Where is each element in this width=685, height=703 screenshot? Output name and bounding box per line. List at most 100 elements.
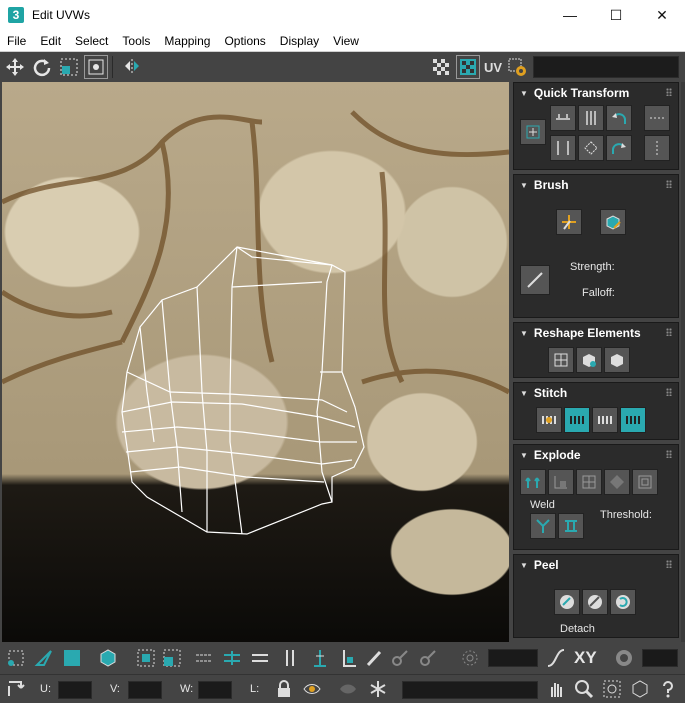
edge-loop-icon[interactable]	[248, 646, 272, 670]
help-icon[interactable]	[656, 677, 680, 701]
pivot-button[interactable]	[520, 119, 546, 145]
close-button[interactable]: ✕	[639, 0, 685, 30]
menu-select[interactable]: Select	[68, 34, 115, 48]
unhide-icon[interactable]	[336, 677, 360, 701]
stitch-custom-icon[interactable]	[536, 407, 562, 433]
shrink-selection-icon[interactable]	[160, 646, 184, 670]
uv-mode-label[interactable]: UV	[484, 60, 502, 75]
select-overlap-icon[interactable]	[336, 646, 360, 670]
grip-icon[interactable]	[666, 388, 672, 396]
rollout-header[interactable]: ▼ Reshape Elements	[514, 323, 678, 343]
grip-icon[interactable]	[666, 560, 672, 568]
straighten-button[interactable]	[578, 135, 604, 161]
menu-display[interactable]: Display	[273, 34, 326, 48]
weld-selected-icon[interactable]	[530, 513, 556, 539]
v-label: V:	[110, 683, 120, 695]
v-coordinate-field[interactable]	[128, 681, 162, 699]
hide-icon[interactable]	[300, 677, 324, 701]
transform-mode-icon[interactable]	[4, 677, 28, 701]
grip-icon[interactable]	[666, 88, 672, 96]
element-mode-icon[interactable]	[96, 646, 120, 670]
paint-move-icon[interactable]	[556, 209, 582, 235]
vertex-mode-icon[interactable]	[4, 646, 28, 670]
uv-settings-icon[interactable]	[505, 55, 529, 79]
texture-checker-icon[interactable]	[455, 55, 480, 79]
w-coordinate-field[interactable]	[198, 681, 232, 699]
texture-dropdown[interactable]	[533, 56, 679, 78]
explode-by-polygon-icon[interactable]	[604, 469, 630, 495]
falloff-curve-icon[interactable]	[544, 646, 568, 670]
stitch-to-target-icon[interactable]	[564, 407, 590, 433]
explode-by-material-icon[interactable]	[576, 469, 602, 495]
explode-by-smoothing-icon[interactable]	[548, 469, 574, 495]
straighten-selection-icon[interactable]	[548, 347, 574, 373]
ring-selection-icon[interactable]	[220, 646, 244, 670]
explode-by-edge-icon[interactable]	[632, 469, 658, 495]
relax-brush-icon[interactable]	[600, 209, 626, 235]
polygon-mode-icon[interactable]	[60, 646, 84, 670]
peel-mode-icon[interactable]	[582, 589, 608, 615]
align-vertical-button[interactable]	[578, 105, 604, 131]
rollout-header[interactable]: ▼ Brush	[514, 175, 678, 195]
brush-shrink-icon[interactable]	[416, 646, 440, 670]
menu-options[interactable]: Options	[217, 34, 272, 48]
grip-icon[interactable]	[666, 180, 672, 188]
selection-set-field[interactable]	[402, 681, 538, 699]
stitch-to-source-icon[interactable]	[620, 407, 646, 433]
rollout-header[interactable]: ▼ Stitch	[514, 383, 678, 403]
panel-scrollbar[interactable]	[681, 82, 685, 642]
reset-peel-icon[interactable]	[610, 589, 636, 615]
move-icon[interactable]	[3, 55, 27, 79]
soft-selection-icon[interactable]	[458, 646, 482, 670]
explode-to-islands-icon[interactable]	[520, 469, 546, 495]
stitch-average-icon[interactable]	[592, 407, 618, 433]
space-horizontal-button[interactable]	[550, 135, 576, 161]
rollout-header[interactable]: ▼ Quick Transform	[514, 83, 678, 103]
maximize-button[interactable]: ☐	[593, 0, 639, 30]
freeform-icon[interactable]	[84, 55, 108, 79]
rotate-cw-button[interactable]	[606, 135, 632, 161]
freeze-icon[interactable]	[366, 677, 390, 701]
paint-brush-icon[interactable]	[362, 646, 386, 670]
weld-all-icon[interactable]	[558, 513, 584, 539]
zoom-extents-icon[interactable]	[628, 677, 652, 701]
loop-selection-icon[interactable]	[192, 646, 216, 670]
select-by-element-icon[interactable]	[308, 646, 332, 670]
minimize-button[interactable]: —	[547, 0, 593, 30]
checker-pattern-icon[interactable]	[429, 55, 453, 79]
pan-hand-icon[interactable]	[544, 677, 568, 701]
relax-until-flat-icon[interactable]	[576, 347, 602, 373]
u-coordinate-field[interactable]	[58, 681, 92, 699]
grow-selection-icon[interactable]	[134, 646, 158, 670]
grid-value-field[interactable]	[642, 649, 678, 667]
xy-label[interactable]: XY	[574, 648, 597, 668]
lock-icon[interactable]	[272, 677, 296, 701]
mirror-icon[interactable]	[120, 55, 144, 79]
menu-tools[interactable]: Tools	[115, 34, 157, 48]
menu-view[interactable]: View	[326, 34, 366, 48]
rotate-ccw-button[interactable]	[606, 105, 632, 131]
brush-stroke-icon[interactable]	[520, 265, 550, 295]
paint-select-icon[interactable]	[278, 646, 302, 670]
grip-icon[interactable]	[666, 328, 672, 336]
rollout-header[interactable]: ▼ Explode	[514, 445, 678, 465]
zoom-icon[interactable]	[572, 677, 596, 701]
relax-icon[interactable]	[604, 347, 630, 373]
quick-peel-icon[interactable]	[554, 589, 580, 615]
scale-icon[interactable]	[57, 55, 81, 79]
grip-icon[interactable]	[666, 450, 672, 458]
rotate-icon[interactable]	[30, 55, 54, 79]
align-horizontal-button[interactable]	[550, 105, 576, 131]
flip-vertical-button[interactable]	[644, 135, 670, 161]
settings-globe-icon[interactable]	[612, 646, 636, 670]
menu-mapping[interactable]: Mapping	[157, 34, 217, 48]
rollout-header[interactable]: ▼ Peel	[514, 555, 678, 575]
menu-edit[interactable]: Edit	[33, 34, 68, 48]
uv-viewport[interactable]	[2, 82, 509, 642]
flip-horizontal-button[interactable]	[644, 105, 670, 131]
soft-selection-value[interactable]	[488, 649, 538, 667]
edge-mode-icon[interactable]	[32, 646, 56, 670]
menu-file[interactable]: File	[0, 34, 33, 48]
brush-grow-icon[interactable]	[388, 646, 412, 670]
zoom-region-icon[interactable]	[600, 677, 624, 701]
